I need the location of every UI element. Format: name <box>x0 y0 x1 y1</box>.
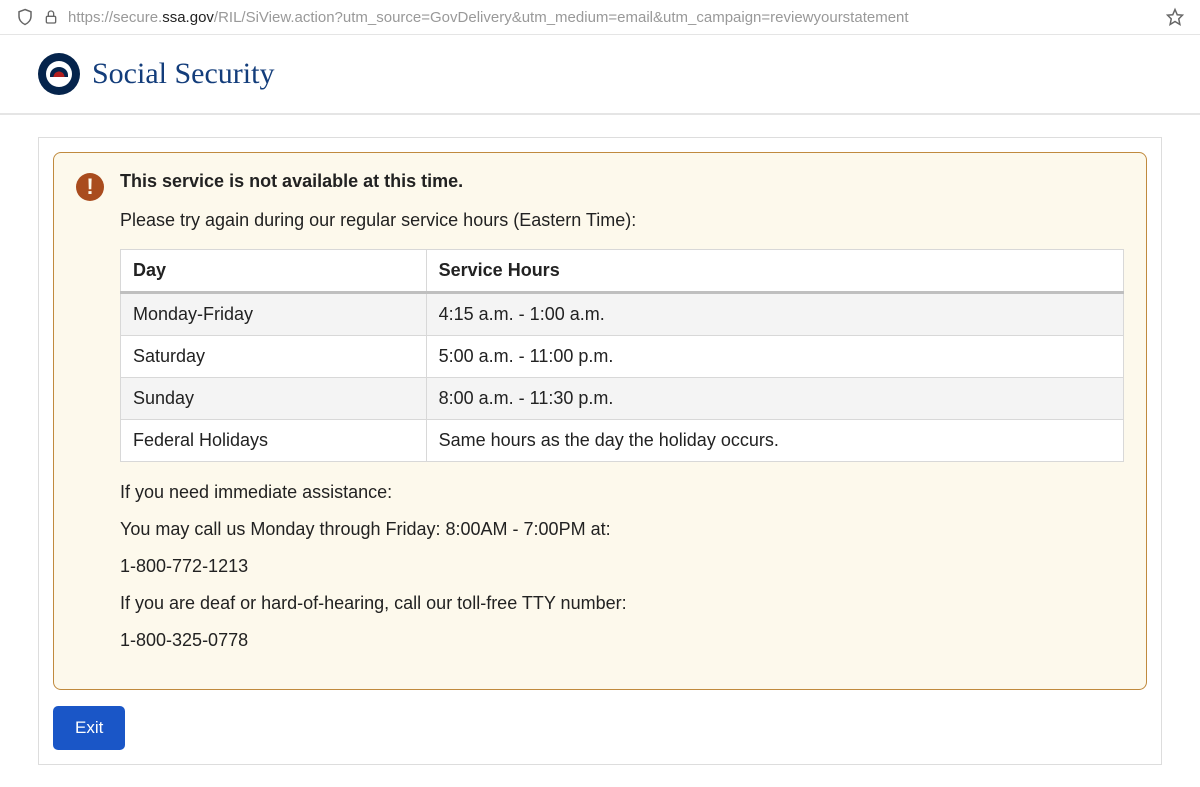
service-hours-table: Day Service Hours Monday-Friday 4:15 a.m… <box>120 249 1124 462</box>
bookmark-star-icon[interactable] <box>1166 8 1184 26</box>
cell-hours: 5:00 a.m. - 11:00 p.m. <box>426 336 1123 378</box>
exit-button[interactable]: Exit <box>53 706 125 750</box>
address-bar: https://secure.ssa.gov/RIL/SiView.action… <box>0 0 1200 35</box>
url-domain: ssa.gov <box>162 9 214 26</box>
main-panel: ! This service is not available at this … <box>38 137 1162 765</box>
site-header: Social Security <box>0 35 1200 115</box>
cell-day: Federal Holidays <box>121 420 427 462</box>
assist-text: You may call us Monday through Friday: 8… <box>120 519 1124 540</box>
cell-hours: Same hours as the day the holiday occurs… <box>426 420 1123 462</box>
table-row: Federal Holidays Same hours as the day t… <box>121 420 1124 462</box>
alert-icon: ! <box>76 173 104 201</box>
cell-day: Sunday <box>121 378 427 420</box>
col-day: Day <box>121 250 427 293</box>
alert-content: This service is not available at this ti… <box>120 171 1124 667</box>
assist-text: If you are deaf or hard-of-hearing, call… <box>120 593 1124 614</box>
shield-icon[interactable] <box>16 8 34 26</box>
url-text[interactable]: https://secure.ssa.gov/RIL/SiView.action… <box>68 9 1158 26</box>
tty-number: 1-800-325-0778 <box>120 630 1124 651</box>
alert-title: This service is not available at this ti… <box>120 171 1124 192</box>
cell-hours: 4:15 a.m. - 1:00 a.m. <box>426 293 1123 336</box>
cell-day: Monday-Friday <box>121 293 427 336</box>
ssa-seal-logo <box>38 53 80 95</box>
table-row: Saturday 5:00 a.m. - 11:00 p.m. <box>121 336 1124 378</box>
alert-intro: Please try again during our regular serv… <box>120 210 1124 231</box>
page-content: ! This service is not available at this … <box>0 115 1200 787</box>
table-row: Sunday 8:00 a.m. - 11:30 p.m. <box>121 378 1124 420</box>
service-unavailable-alert: ! This service is not available at this … <box>53 152 1147 690</box>
cell-hours: 8:00 a.m. - 11:30 p.m. <box>426 378 1123 420</box>
cell-day: Saturday <box>121 336 427 378</box>
site-title: Social Security <box>92 57 274 91</box>
url-suffix: /RIL/SiView.action?utm_source=GovDeliver… <box>214 9 909 26</box>
url-prefix: https://secure. <box>68 9 162 26</box>
phone-number: 1-800-772-1213 <box>120 556 1124 577</box>
assist-text: If you need immediate assistance: <box>120 482 1124 503</box>
lock-icon[interactable] <box>42 8 60 26</box>
col-hours: Service Hours <box>426 250 1123 293</box>
table-row: Monday-Friday 4:15 a.m. - 1:00 a.m. <box>121 293 1124 336</box>
